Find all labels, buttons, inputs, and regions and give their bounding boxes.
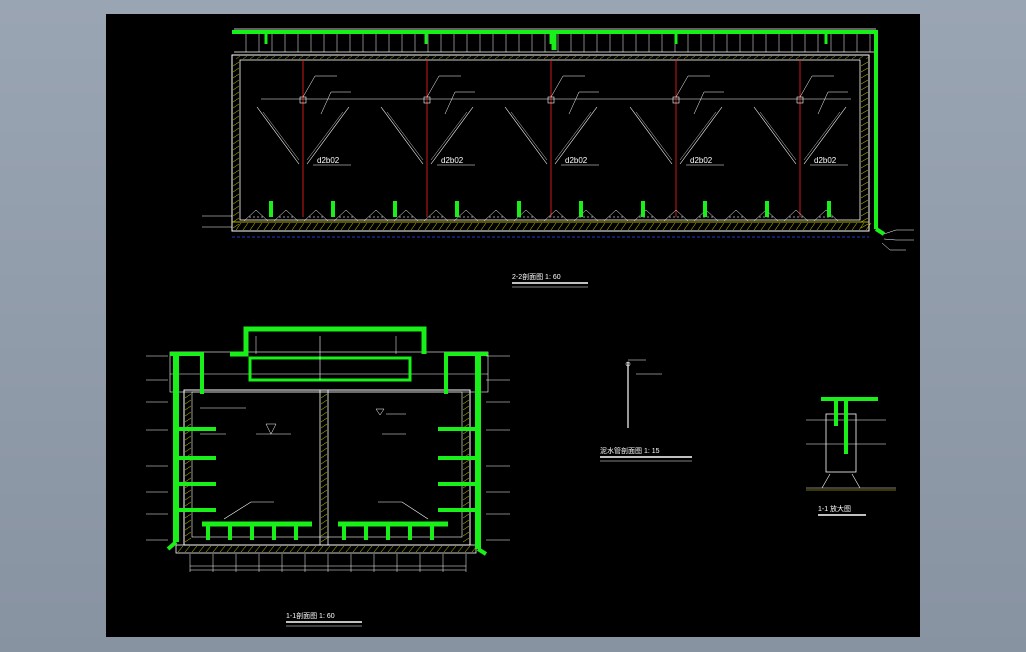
hopper-bay: d2b02 [504,60,599,217]
hopper-bay: d2b02 [380,60,475,217]
bay-label: d2b02 [690,156,713,165]
sludge-pipe-detail: 泥水管剖面图 1: 15 [600,359,692,462]
wall-hatching [232,55,872,231]
enlarged-detail: 1-1 放大图 [806,397,896,516]
enlarged-detail-title: 1-1 放大图 [818,504,851,513]
bay-label: d2b02 [565,156,588,165]
section-2-2-title: 2-2剖面图 1: 60 [512,272,561,281]
section-2-2-view: d2b02 d2b02 d2b02 d2b02 d2b02 2-2剖面图 1: 60 [202,28,914,288]
bay-label: d2b02 [441,156,464,165]
main-air-pipe [232,30,878,229]
bay-label: d2b02 [814,156,837,165]
sludge-pipe-detail-title: 泥水管剖面图 1: 15 [600,446,660,455]
section-1-1-title: 1-1剖面图 1: 60 [286,611,335,620]
cad-drawing-canvas: d2b02 d2b02 d2b02 d2b02 d2b02 2-2剖面图 1: 60 [146,28,914,627]
hopper-bays: d2b02 d2b02 d2b02 d2b02 d2b02 [256,60,848,217]
hopper-bay: d2b02 [629,60,724,217]
section-1-1-view: 1-1剖面图 1: 60 [146,326,510,627]
hopper-bay: d2b02 [753,60,848,217]
hopper-bay: d2b02 [256,60,351,217]
pipe-stubs [264,30,831,217]
bay-label: d2b02 [317,156,340,165]
drawing-sheet: d2b02 d2b02 d2b02 d2b02 d2b02 2-2剖面图 1: 60 [106,14,920,637]
